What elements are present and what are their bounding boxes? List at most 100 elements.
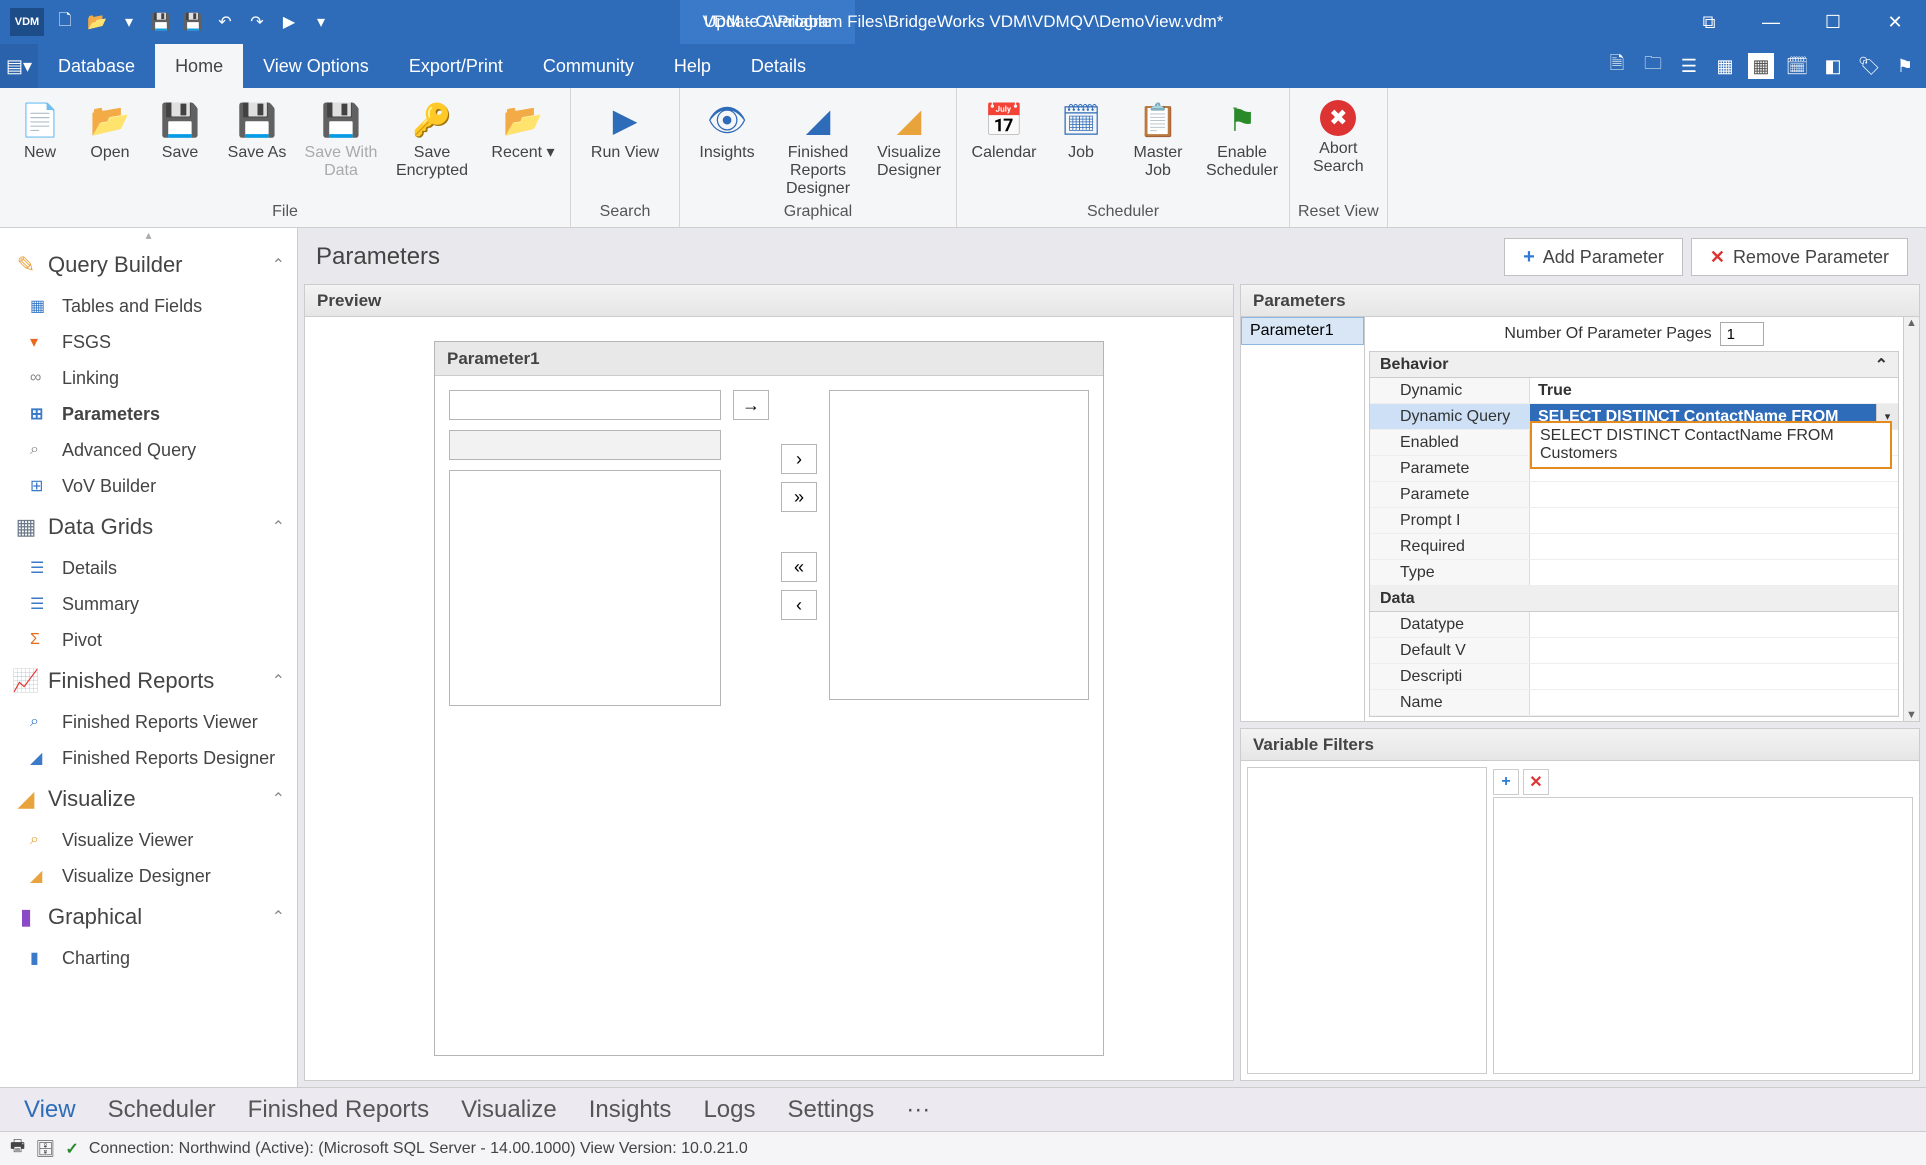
sidebar-section-finished-reports[interactable]: 📈Finished Reports⌃ — [0, 658, 297, 704]
sidebar-item-tables-and-fields[interactable]: ▦Tables and Fields — [0, 288, 297, 324]
save-all-icon[interactable]: 💾 — [182, 11, 204, 33]
ri-folder-icon[interactable]: 🗀 — [1640, 53, 1666, 79]
new-file-icon[interactable]: 🗋 — [54, 11, 76, 33]
menu-community[interactable]: Community — [523, 44, 654, 88]
sidebar-item-charting[interactable]: ▮Charting — [0, 940, 297, 976]
bottom-tab-view[interactable]: View — [24, 1096, 76, 1124]
sidebar-item-visualize-designer[interactable]: ◢Visualize Designer — [0, 858, 297, 894]
master-job-button[interactable]: 📋Master Job — [1119, 92, 1197, 180]
file-menu-button[interactable]: ▤▾ — [0, 44, 38, 88]
sidebar-item-summary[interactable]: ☰Summary — [0, 586, 297, 622]
ri-calendar-icon[interactable]: 🗓 — [1784, 53, 1810, 79]
property-row-dynamic[interactable]: DynamicTrue — [1370, 378, 1898, 404]
bottom-tab-visualize[interactable]: Visualize — [461, 1096, 557, 1124]
scroll-down-icon[interactable]: ▼ — [1906, 709, 1917, 721]
sidebar-section-visualize[interactable]: ◢Visualize⌃ — [0, 776, 297, 822]
move-left-button[interactable]: ‹ — [781, 590, 817, 620]
remove-parameter-button[interactable]: ✕ Remove Parameter — [1691, 238, 1908, 276]
ri-tag-icon[interactable]: 🏷 — [1856, 53, 1882, 79]
sidebar-section-query-builder[interactable]: ✎Query Builder⌃ — [0, 242, 297, 288]
parameter-list-item[interactable]: Parameter1 — [1241, 317, 1364, 345]
property-row-default-v[interactable]: Default V — [1370, 638, 1898, 664]
run-icon[interactable]: ▶ — [278, 11, 300, 33]
sidebar-item-fsgs[interactable]: ▾FSGS — [0, 324, 297, 360]
variable-filters-list[interactable] — [1247, 767, 1487, 1074]
bottom-tab-scheduler[interactable]: Scheduler — [108, 1096, 216, 1124]
parameter-available-list[interactable] — [449, 470, 721, 706]
recent-button[interactable]: 📂Recent ▾ — [484, 92, 562, 162]
enable-scheduler-button[interactable]: ⚑Enable Scheduler — [1203, 92, 1281, 180]
parameter-search-input[interactable] — [449, 390, 721, 420]
property-row-paramete[interactable]: Paramete — [1370, 482, 1898, 508]
ri-flag-icon[interactable]: ⚑ — [1892, 53, 1918, 79]
open-icon[interactable]: 📂 — [86, 11, 108, 33]
sidebar-item-linking[interactable]: ∞Linking — [0, 360, 297, 396]
open-button[interactable]: 📂Open — [78, 92, 142, 162]
run-view-button[interactable]: ▶Run View — [579, 92, 671, 162]
behavior-group-header[interactable]: Behavior⌃ — [1370, 352, 1898, 378]
sidebar-item-vov-builder[interactable]: ⊞VoV Builder — [0, 468, 297, 504]
menu-details[interactable]: Details — [731, 44, 826, 88]
sidebar-section-data-grids[interactable]: ▦Data Grids⌃ — [0, 504, 297, 550]
sidebar-item-advanced-query[interactable]: ⌕Advanced Query — [0, 432, 297, 468]
move-right-button[interactable]: › — [781, 444, 817, 474]
menu-home[interactable]: Home — [155, 44, 243, 88]
parameter-filter-input[interactable] — [449, 430, 721, 460]
move-all-left-button[interactable]: « — [781, 552, 817, 582]
ri-eraser-icon[interactable]: ◧ — [1820, 53, 1846, 79]
sidebar-section-graphical[interactable]: ▮Graphical⌃ — [0, 894, 297, 940]
ri-grid2-icon[interactable]: ▦ — [1748, 53, 1774, 79]
ri-grid-icon[interactable]: ▦ — [1712, 53, 1738, 79]
bottom-tab-finishedreports[interactable]: Finished Reports — [248, 1096, 429, 1124]
menu-exportprint[interactable]: Export/Print — [389, 44, 523, 88]
bottom-tab-[interactable]: ··· — [906, 1096, 930, 1124]
redo-icon[interactable]: ↷ — [246, 11, 268, 33]
job-button[interactable]: 🗓Job — [1049, 92, 1113, 162]
new-button[interactable]: 📄New — [8, 92, 72, 162]
property-row-descripti[interactable]: Descripti — [1370, 664, 1898, 690]
autocomplete-item[interactable]: SELECT DISTINCT ContactName FROM Custome… — [1532, 423, 1890, 467]
restore-aux-button[interactable]: ⧉ — [1678, 0, 1740, 44]
save-button[interactable]: 💾Save — [148, 92, 212, 162]
sidebar-item-finished-reports-viewer[interactable]: ⌕Finished Reports Viewer — [0, 704, 297, 740]
menu-database[interactable]: Database — [38, 44, 155, 88]
property-row-type[interactable]: Type — [1370, 560, 1898, 586]
visualize-designer-button[interactable]: ◢Visualize Designer — [870, 92, 948, 180]
pages-input[interactable] — [1720, 322, 1764, 346]
menu-help[interactable]: Help — [654, 44, 731, 88]
qat-more-icon[interactable]: ▾ — [310, 11, 332, 33]
save-as-button[interactable]: 💾Save As — [218, 92, 296, 162]
sidebar-drag-handle[interactable]: ▴ — [0, 228, 297, 242]
close-button[interactable]: ✕ — [1864, 0, 1926, 44]
data-group-header[interactable]: Data — [1370, 586, 1898, 612]
menu-viewoptions[interactable]: View Options — [243, 44, 389, 88]
move-all-right-button[interactable]: » — [781, 482, 817, 512]
add-parameter-button[interactable]: + Add Parameter — [1504, 238, 1683, 276]
vf-add-button[interactable]: + — [1493, 769, 1519, 795]
variable-filters-area[interactable] — [1493, 797, 1913, 1074]
bottom-tab-logs[interactable]: Logs — [703, 1096, 755, 1124]
sidebar-item-details[interactable]: ☰Details — [0, 550, 297, 586]
minimize-button[interactable]: — — [1740, 0, 1802, 44]
sidebar-item-visualize-viewer[interactable]: ⌕Visualize Viewer — [0, 822, 297, 858]
ri-doc-icon[interactable]: 🗎 — [1604, 53, 1630, 79]
finished-reports-designer-button[interactable]: ◢Finished Reports Designer — [772, 92, 864, 198]
scroll-up-icon[interactable]: ▲ — [1906, 317, 1917, 329]
parameter-selected-list[interactable] — [829, 390, 1089, 700]
open-dropdown-icon[interactable]: ▾ — [118, 11, 140, 33]
sidebar-item-parameters[interactable]: ⊞Parameters — [0, 396, 297, 432]
property-row-datatype[interactable]: Datatype — [1370, 612, 1898, 638]
bottom-tab-settings[interactable]: Settings — [787, 1096, 874, 1124]
property-row-prompt-i[interactable]: Prompt I — [1370, 508, 1898, 534]
abort-search-button[interactable]: ✖Abort Search — [1299, 92, 1377, 176]
undo-icon[interactable]: ↶ — [214, 11, 236, 33]
insights-button[interactable]: 👁Insights — [688, 92, 766, 162]
property-row-name[interactable]: Name — [1370, 690, 1898, 716]
autocomplete-popup[interactable]: SELECT DISTINCT ContactName FROM Custome… — [1530, 421, 1892, 469]
sidebar-item-pivot[interactable]: ΣPivot — [0, 622, 297, 658]
save-encrypted-button[interactable]: 🔑Save Encrypted — [386, 92, 478, 180]
ri-list-icon[interactable]: ☰ — [1676, 53, 1702, 79]
property-row-required[interactable]: Required — [1370, 534, 1898, 560]
arrow-right-button[interactable]: → — [733, 390, 769, 420]
maximize-button[interactable]: ☐ — [1802, 0, 1864, 44]
